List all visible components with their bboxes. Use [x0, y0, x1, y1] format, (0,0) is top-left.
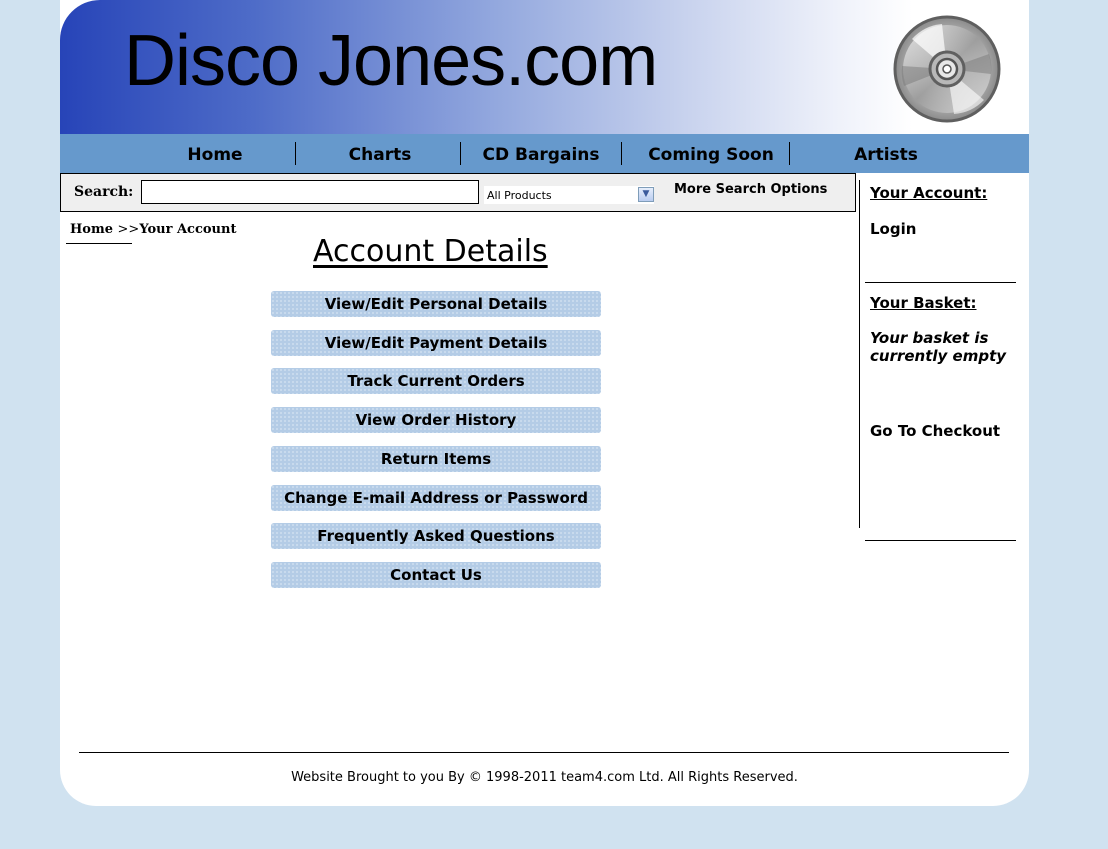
nav-divider [789, 142, 790, 165]
nav-divider [295, 142, 296, 165]
sidebar-rule [865, 282, 1016, 283]
nav-divider [621, 142, 622, 165]
view-edit-personal-details-button[interactable]: View/Edit Personal Details [271, 291, 601, 317]
your-account-heading: Your Account: [870, 184, 988, 202]
breadcrumb-home[interactable]: Home [70, 222, 113, 237]
track-current-orders-button[interactable]: Track Current Orders [271, 368, 601, 394]
page-title: Account Details [313, 234, 548, 269]
nav-coming-soon[interactable]: Coming Soon [638, 134, 784, 173]
breadcrumb-separator: >> [117, 222, 140, 237]
sidebar-rule [865, 540, 1016, 541]
product-category-select[interactable]: All Products ▼ [484, 186, 654, 204]
breadcrumb: Home >>Your Account [70, 222, 236, 237]
view-order-history-button[interactable]: View Order History [271, 407, 601, 433]
footer-copyright: Website Brought to you By © 1998-2011 te… [291, 770, 798, 785]
main-nav: Home Charts CD Bargains Coming Soon Arti… [60, 134, 1029, 173]
chevron-down-icon[interactable]: ▼ [638, 187, 654, 202]
breadcrumb-underline [66, 243, 132, 244]
view-edit-payment-details-button[interactable]: View/Edit Payment Details [271, 330, 601, 356]
page-container: Disco Jones.com Home Charts CD Bargains … [60, 0, 1029, 806]
nav-artists[interactable]: Artists [831, 134, 941, 173]
site-banner: Disco Jones.com [60, 0, 1029, 134]
more-search-options-link[interactable]: More Search Options [674, 182, 827, 197]
go-to-checkout-link[interactable]: Go To Checkout [870, 422, 1000, 440]
nav-home[interactable]: Home [155, 134, 275, 173]
sidebar-divider [859, 180, 860, 528]
search-input[interactable] [141, 180, 479, 204]
search-label: Search: [74, 184, 134, 200]
nav-charts[interactable]: Charts [320, 134, 440, 173]
your-basket-heading: Your Basket: [870, 294, 977, 312]
product-category-value: All Products [487, 189, 552, 202]
search-bar: Search: All Products ▼ More Search Optio… [60, 173, 856, 212]
footer-rule [79, 752, 1009, 753]
site-title[interactable]: Disco Jones.com [124, 18, 658, 104]
contact-us-button[interactable]: Contact Us [271, 562, 601, 588]
basket-status: Your basket is currently empty [870, 329, 1007, 365]
change-email-password-button[interactable]: Change E-mail Address or Password [271, 485, 601, 511]
login-link[interactable]: Login [870, 220, 916, 238]
faq-button[interactable]: Frequently Asked Questions [271, 523, 601, 549]
return-items-button[interactable]: Return Items [271, 446, 601, 472]
nav-divider [460, 142, 461, 165]
cd-disc-icon [893, 15, 1001, 123]
nav-cd-bargains[interactable]: CD Bargains [473, 134, 609, 173]
breadcrumb-current: Your Account [139, 222, 237, 237]
